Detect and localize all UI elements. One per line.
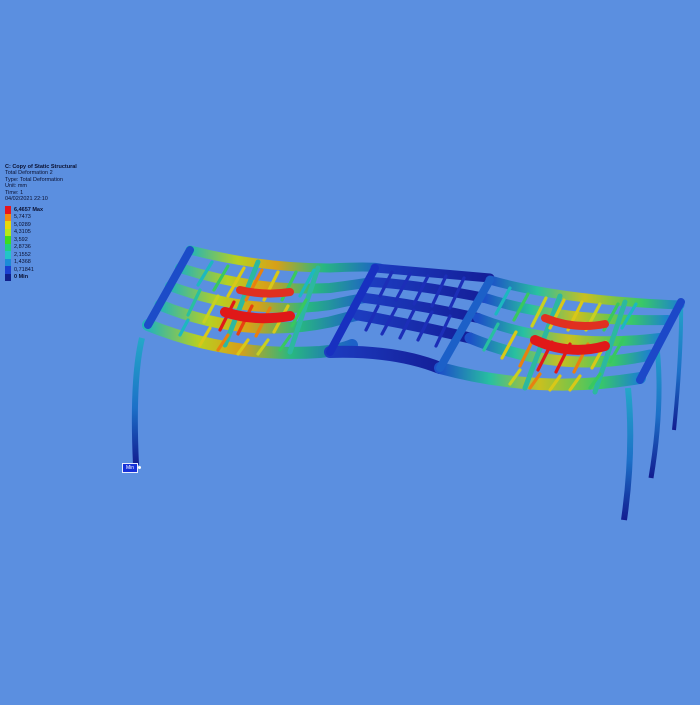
color-scale: 6,4657 Max 5,7473 5,0289 4,3105 3,592 2,… [5,206,77,282]
deformation-plot [131,245,685,521]
scale-entry: 5,0289 [5,221,77,229]
scale-value: 4,3105 [14,229,31,236]
front-columns [131,299,684,521]
result-legend: C: Copy of Static Structural Total Defor… [5,164,77,282]
scale-entry: 6,4657 Max [5,206,77,214]
scale-entry: 5,7473 [5,213,77,222]
scale-entry: 2,1552 [5,251,77,259]
scale-swatch [5,251,11,259]
scale-entry: 2,8736 [5,243,77,252]
scale-swatch [5,258,11,267]
scale-entry: 0,71841 [5,266,77,274]
model-viewport[interactable] [0,0,700,700]
scale-value: 5,7473 [14,214,31,221]
scale-swatch [5,206,11,214]
scale-swatch [5,228,11,237]
scale-value: 0,71841 [14,266,34,273]
scale-value: 2,1552 [14,251,31,258]
scale-swatch [5,266,11,274]
scale-value: 0 Min [14,274,29,281]
scale-swatch [5,273,11,282]
scale-swatch [5,236,11,244]
scale-entry: 0 Min [5,273,77,282]
legend-line: 04/02/2021 22:10 [5,196,48,203]
scale-value: 1,4368 [14,259,31,266]
scale-value: 2,8736 [14,244,31,251]
scale-entry: 1,4368 [5,258,77,267]
scale-swatch [5,213,11,222]
scale-entry: 4,3105 [5,228,77,237]
scale-swatch [5,243,11,252]
min-probe-label[interactable]: Min [122,463,141,473]
scale-entry: 3,592 [5,236,77,244]
scale-value: 5,0289 [14,221,31,228]
scale-value: 3,592 [14,236,28,243]
scale-swatch [5,221,11,229]
scale-value: 6,4657 Max [14,206,44,213]
